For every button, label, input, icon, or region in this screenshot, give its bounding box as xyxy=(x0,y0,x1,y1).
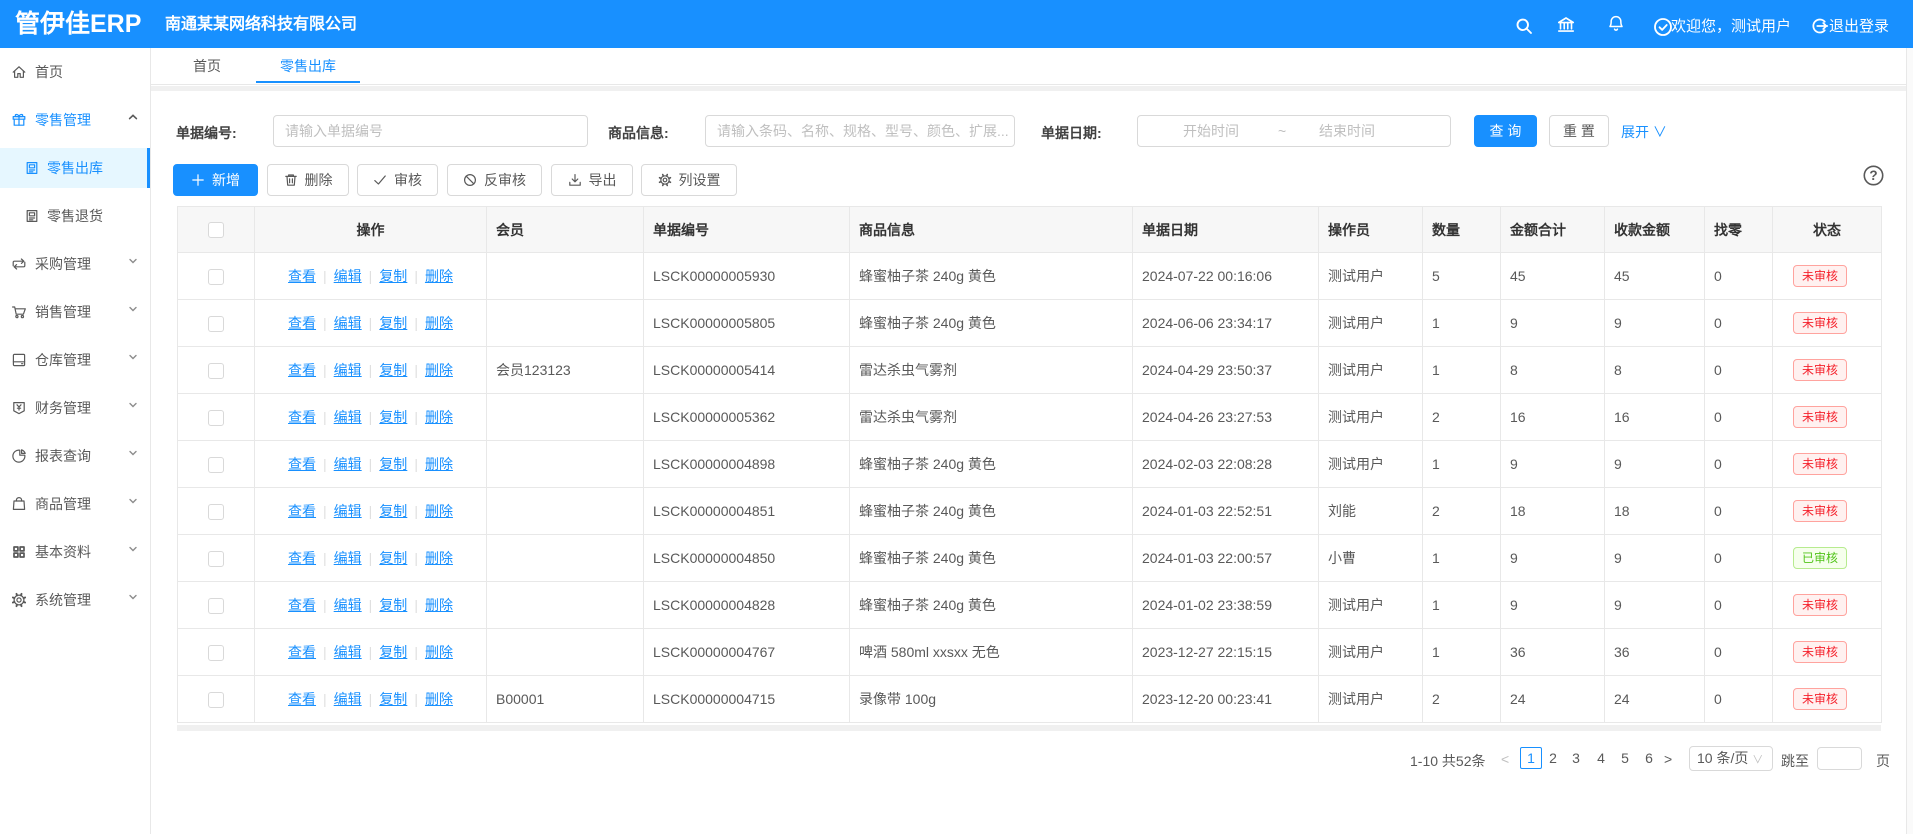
svg-text:?: ? xyxy=(1869,168,1877,183)
